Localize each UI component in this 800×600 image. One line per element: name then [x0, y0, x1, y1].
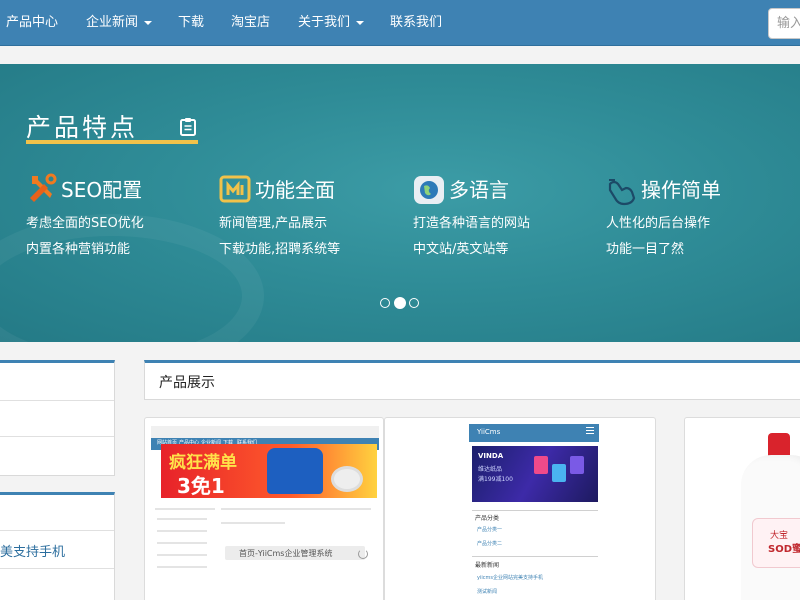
- divider: [472, 556, 598, 557]
- mini-search-text: 首页-YiiCms企业管理系统: [239, 549, 333, 558]
- nav-label: 淘宝店: [231, 15, 271, 30]
- clipboard-icon: [180, 118, 196, 136]
- page: 产品中心 企业新闻 下载 淘宝店 关于我们 联系我们 产品特点 SEO配置 考虑…: [0, 0, 800, 600]
- section-title: 产品展示: [159, 375, 215, 391]
- slide-dot-3[interactable]: [409, 298, 419, 308]
- bottle-label-text: SOD蜜: [768, 544, 800, 555]
- search-input[interactable]: [768, 8, 800, 39]
- feature-desc: 打造各种语言的网站: [413, 216, 531, 231]
- mobile-banner: VINDA 维达纸品 满199减100: [472, 446, 598, 502]
- caret-down-icon: [356, 20, 365, 25]
- mobile-link: 产品分类一: [477, 527, 503, 533]
- product-card-1[interactable]: 网站首页 产品中心 企业新闻 下载 联系我们 疯狂满单 3免1 首页-YiiCm…: [144, 417, 384, 600]
- product-thumb: [570, 456, 584, 474]
- divider: [0, 530, 114, 531]
- feature-title: 功能全面: [255, 178, 335, 202]
- feature-desc: 人性化的后台操作: [606, 216, 711, 231]
- divider: [157, 542, 207, 544]
- nav-item-download[interactable]: 下载: [178, 0, 204, 46]
- banner-title: 产品特点: [26, 113, 139, 142]
- feature-desc: 考虑全面的SEO优化: [26, 216, 144, 231]
- product-card-2[interactable]: YiiCms VINDA 维达纸品 满199减100 产品分类 产品分类一 产品…: [384, 417, 656, 600]
- nav-label: 企业新闻: [86, 15, 139, 30]
- sidebar-news-link[interactable]: 美支持手机: [0, 541, 65, 560]
- wrench-icon: [30, 173, 57, 202]
- refresh-icon: [358, 549, 368, 559]
- divider: [157, 518, 207, 520]
- bottle-cap: [768, 433, 790, 457]
- menu-icon: [586, 430, 594, 431]
- sidebar-panel-categories: [0, 360, 115, 476]
- product-thumb: [552, 464, 566, 482]
- mobile-section-title: 产品分类: [475, 515, 500, 522]
- divider: [157, 566, 207, 568]
- nav-item-products[interactable]: 产品中心: [6, 0, 58, 46]
- banner-line: 维达纸品: [478, 466, 503, 473]
- mini-promo-banner: 疯狂满单 3免1: [161, 444, 377, 498]
- banner-line: 满199减100: [478, 476, 513, 483]
- banner-brand: VINDA: [478, 452, 504, 460]
- divider: [472, 510, 598, 511]
- browser-bar: [151, 426, 379, 438]
- nav-item-taobao[interactable]: 淘宝店: [231, 0, 270, 46]
- divider: [0, 400, 114, 401]
- top-navbar: 产品中心 企业新闻 下载 淘宝店 关于我们 联系我们: [0, 0, 800, 46]
- feature-title: SEO配置: [61, 178, 143, 202]
- divider: [157, 554, 207, 556]
- product-section-header: 产品展示: [144, 360, 800, 400]
- nav-item-about[interactable]: 关于我们: [298, 0, 365, 46]
- feature-desc: 新闻管理,产品展示: [219, 216, 328, 231]
- hand-pointer-icon: [608, 179, 636, 206]
- title-underline: [26, 140, 198, 144]
- nav-item-contact[interactable]: 联系我们: [390, 0, 442, 46]
- slide-dot-2[interactable]: [394, 297, 406, 309]
- function-icon: [219, 175, 251, 203]
- feature-desc: 功能一目了然: [606, 242, 685, 257]
- mobile-app-name: YiiCms: [477, 428, 501, 436]
- nav-item-news[interactable]: 企业新闻: [86, 0, 153, 46]
- jacket-image: [267, 448, 323, 494]
- divider: [157, 530, 207, 532]
- nav-label: 下载: [178, 15, 205, 30]
- feature-desc: 下载功能,招聘系统等: [219, 242, 341, 257]
- feature-desc: 中文站/英文站等: [413, 242, 509, 257]
- mobile-section-title: 最新新闻: [475, 562, 500, 569]
- nav-label: 产品中心: [6, 15, 59, 30]
- mobile-link: yiicms企业网站完美支持手机: [477, 575, 543, 581]
- feature-title: 操作简单: [641, 178, 721, 202]
- mobile-link: 产品分类二: [477, 541, 503, 547]
- nav-label: 关于我们: [298, 15, 351, 30]
- caret-down-icon: [144, 20, 153, 25]
- globe-icon: [414, 176, 444, 204]
- divider: [0, 436, 114, 437]
- mini-search-bar: 首页-YiiCms企业管理系统: [225, 546, 365, 560]
- mobile-header: YiiCms: [469, 424, 599, 442]
- divider: [155, 508, 215, 510]
- divider: [221, 522, 285, 524]
- divider: [0, 568, 114, 569]
- divider: [221, 508, 371, 510]
- slide-dot-1[interactable]: [380, 298, 390, 308]
- mobile-link: 测试新闻: [477, 589, 498, 595]
- plate-image: [331, 466, 363, 492]
- nav-label: 联系我们: [390, 15, 443, 30]
- promo-subtitle: 3免1: [177, 474, 225, 498]
- feature-desc: 内置各种营销功能: [26, 242, 131, 257]
- product-thumb: [534, 456, 548, 474]
- feature-title: 多语言: [449, 178, 509, 202]
